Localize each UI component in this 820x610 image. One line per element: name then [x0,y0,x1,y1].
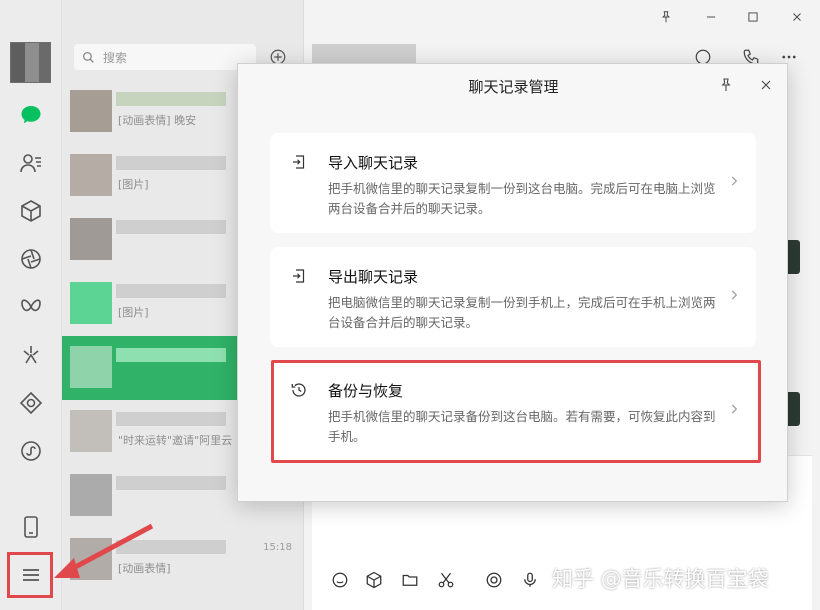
watermark: 知乎 @音乐转换百宝袋 [552,567,769,591]
microphone-icon[interactable] [518,568,542,592]
avatar [70,410,112,452]
export-history-card[interactable]: 导出聊天记录 把电脑微信里的聊天记录复制一份到手机上，完成后可在手机上浏览两台设… [270,247,756,347]
avatar [70,474,112,516]
emoji-icon[interactable] [328,568,352,592]
close-icon[interactable] [786,6,808,28]
sparkle-icon[interactable] [16,340,46,370]
pin-icon[interactable] [716,75,736,95]
avatar [70,154,112,196]
avatar [70,218,112,260]
search-icon [82,51,94,63]
dialog-title: 聊天记录管理 [468,78,559,96]
avatar [70,282,112,324]
aperture-icon[interactable] [16,244,46,274]
maximize-icon[interactable] [742,6,764,28]
chevron-right-icon [726,285,742,305]
chat-history-dialog: 聊天记录管理 导入聊天记录 把手机微信里的聊天记录复制一份到这台电脑。完成后可在… [237,63,788,502]
butterfly-icon[interactable] [16,292,46,322]
chevron-right-icon [726,171,742,191]
message-preview: [动画表情] 晚安 [118,114,197,127]
message-time: 15:18 [263,542,292,553]
message-preview: [图片] [118,306,149,319]
minimize-icon[interactable] [700,6,722,28]
annotation-highlight [271,360,761,463]
nav-sidebar [0,0,62,610]
search-placeholder: 搜索 [103,50,128,65]
mini-program-icon[interactable] [16,436,46,466]
contacts-icon[interactable] [16,148,46,178]
import-history-card[interactable]: 导入聊天记录 把手机微信里的聊天记录复制一份到这台电脑。完成后可在电脑上浏览两台… [270,133,756,233]
chat-bubble-icon[interactable] [16,100,46,130]
contact-name [116,412,226,426]
cube-icon[interactable] [16,196,46,226]
close-icon[interactable] [756,75,776,95]
avatar [70,346,112,388]
folder-icon[interactable] [398,568,422,592]
pin-icon[interactable] [655,6,677,28]
search-input[interactable]: 搜索 [74,44,256,70]
contact-name [116,156,226,170]
contact-name [116,284,226,298]
avatar[interactable] [10,42,51,83]
export-icon [288,265,310,287]
cube-icon[interactable] [362,568,386,592]
diamond-icon[interactable] [16,388,46,418]
message-preview: [图片] [118,178,149,191]
contact-name [116,348,226,362]
record-icon[interactable] [482,568,506,592]
message-preview: "时来运转"邀请"阿里云 [118,434,233,447]
card-description: 把电脑微信里的聊天记录复制一份到手机上，完成后可在手机上浏览两台设备合并后的聊天… [328,295,716,330]
contact-name [116,220,226,234]
card-description: 把手机微信里的聊天记录复制一份到这台电脑。完成后可在电脑上浏览两台设备合并后的聊… [328,181,716,216]
card-title: 导出聊天记录 [328,268,419,286]
annotation-arrow-icon [54,523,154,578]
avatar [70,90,112,132]
contact-name [116,92,226,106]
contact-name [116,476,226,490]
import-icon [288,151,310,173]
scissors-icon[interactable] [434,568,458,592]
card-title: 导入聊天记录 [328,154,419,172]
